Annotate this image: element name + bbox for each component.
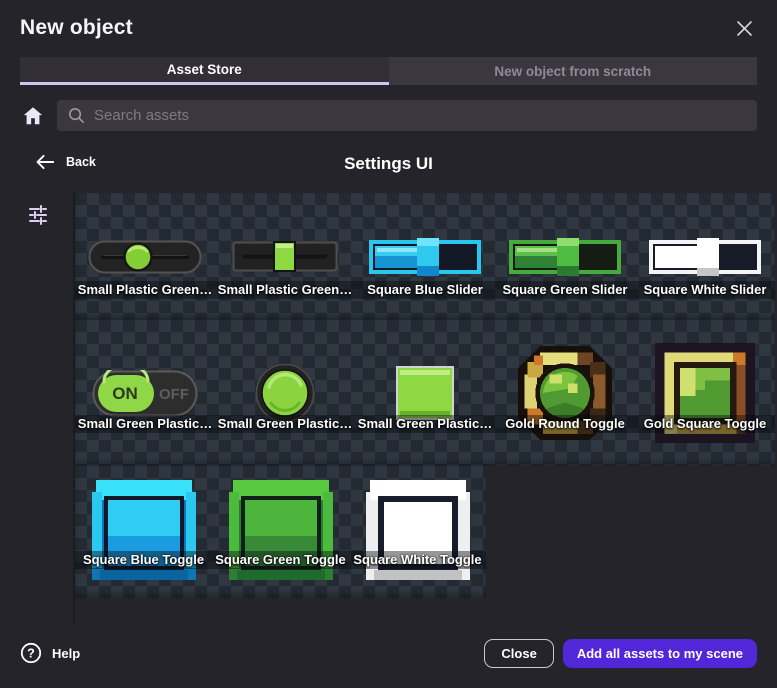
search-icon	[67, 106, 86, 125]
asset-card-gold-round-toggle[interactable]: Gold Round Toggle	[495, 320, 635, 466]
green-square-button-art	[396, 366, 454, 420]
dialog-footer: ? Help Close Add all assets to my scene	[0, 618, 777, 688]
asset-card-square-green-toggle[interactable]: Square Green Toggle	[212, 466, 349, 598]
asset-card-square-white-slider[interactable]: Square White Slider	[635, 193, 775, 320]
page-title: New object	[20, 16, 757, 40]
asset-label: Small Green Plastic…	[355, 415, 495, 433]
nav-row: Back Settings UI	[0, 153, 777, 179]
help-label: Help	[52, 646, 80, 661]
tab-asset-store[interactable]: Asset Store	[20, 57, 389, 85]
help-icon: ?	[20, 642, 42, 664]
close-button[interactable]: Close	[484, 639, 553, 668]
asset-label: Square Green Slider	[495, 281, 635, 299]
add-all-assets-button[interactable]: Add all assets to my scene	[563, 639, 757, 668]
pixel-slider-white-art	[649, 238, 761, 276]
asset-label: Square Green Toggle	[212, 551, 349, 569]
filter-tune-icon	[26, 203, 50, 227]
asset-card-square-blue-toggle[interactable]: Square Blue Toggle	[75, 466, 212, 598]
asset-label: Small Green Plastic…	[75, 415, 215, 433]
asset-card-gold-square-toggle[interactable]: Gold Square Toggle	[635, 320, 775, 466]
help-button[interactable]: ? Help	[20, 642, 80, 664]
asset-label: Gold Round Toggle	[495, 415, 635, 433]
square-knob-slider-green-art	[232, 239, 338, 274]
asset-card-square-blue-slider[interactable]: Square Blue Slider	[355, 193, 495, 320]
home-button[interactable]	[20, 103, 46, 129]
close-icon[interactable]	[736, 20, 753, 37]
toggle-off-text: OFF	[159, 386, 189, 403]
search-box	[57, 100, 757, 131]
asset-label: Square Blue Toggle	[75, 551, 212, 569]
filter-button[interactable]	[24, 201, 52, 229]
pill-slider-green-art	[88, 238, 202, 276]
filter-rail	[0, 193, 75, 626]
tab-new-object-from-scratch[interactable]: New object from scratch	[389, 57, 758, 85]
green-round-button-art	[255, 363, 315, 423]
onoff-toggle-art: ON OFF	[92, 370, 198, 417]
asset-label: Small Green Plastic…	[215, 415, 355, 433]
toggle-on-text: ON	[112, 384, 138, 403]
asset-label: Square Blue Slider	[355, 281, 495, 299]
home-icon	[22, 105, 44, 127]
asset-label: Gold Square Toggle	[635, 415, 775, 433]
search-input[interactable]	[57, 100, 757, 131]
pixel-slider-blue-art	[369, 238, 481, 276]
asset-card-small-green-plastic-square-button[interactable]: Small Green Plastic…	[355, 320, 495, 466]
asset-card-square-white-toggle[interactable]: Square White Toggle	[349, 466, 486, 598]
asset-card-square-green-slider[interactable]: Square Green Slider	[495, 193, 635, 320]
asset-label: Square White Toggle	[349, 551, 486, 569]
dialog-header: New object	[0, 0, 777, 40]
asset-label: Small Plastic Green…	[215, 281, 355, 299]
asset-row-sliders: Small Plastic Green… Small Plastic Green…	[75, 193, 775, 320]
tab-from-scratch-label: New object from scratch	[494, 64, 651, 79]
tab-bar: Asset Store New object from scratch	[20, 57, 757, 85]
search-row	[20, 100, 757, 131]
footer-buttons: Close Add all assets to my scene	[484, 639, 757, 668]
asset-label: Square White Slider	[635, 281, 775, 299]
asset-grid: Small Plastic Green… Small Plastic Green…	[73, 193, 773, 626]
asset-card-small-green-plastic-onoff[interactable]: ON OFF Small Green Plastic…	[75, 320, 215, 466]
tab-asset-store-label: Asset Store	[167, 62, 242, 77]
main-area: Small Plastic Green… Small Plastic Green…	[0, 193, 777, 626]
asset-card-small-plastic-green-slider-round[interactable]: Small Plastic Green…	[75, 193, 215, 320]
asset-card-small-plastic-green-slider-square[interactable]: Small Plastic Green…	[215, 193, 355, 320]
asset-card-small-green-plastic-round-button[interactable]: Small Green Plastic…	[215, 320, 355, 466]
new-object-dialog: New object Asset Store New object from s…	[0, 0, 777, 688]
asset-row-toggles: ON OFF Small Green Plastic…	[75, 320, 775, 466]
help-question-glyph: ?	[27, 647, 35, 661]
asset-row-square-toggles: Square Blue Toggle	[75, 466, 486, 598]
pack-title: Settings UI	[0, 154, 777, 174]
pixel-slider-green-art	[509, 238, 621, 276]
asset-label: Small Plastic Green…	[75, 281, 215, 299]
